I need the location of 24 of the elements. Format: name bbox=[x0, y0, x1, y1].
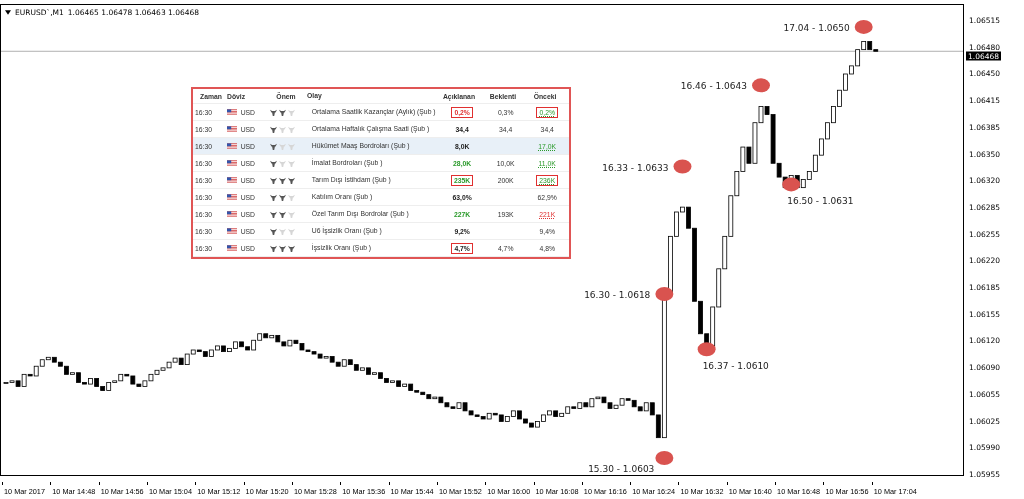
marker-ellipse bbox=[673, 159, 692, 174]
flag-icon bbox=[226, 109, 237, 115]
flag-icon bbox=[226, 211, 237, 217]
flag-icon bbox=[226, 160, 237, 166]
marker-ellipse bbox=[655, 287, 674, 301]
annotation-label: 16.50 - 1.0631 bbox=[787, 196, 854, 207]
marker-ellipse bbox=[655, 450, 674, 465]
annotation-label: 16.30 - 1.0618 bbox=[584, 290, 651, 300]
flag-icon bbox=[226, 177, 237, 183]
marker-ellipse bbox=[697, 342, 716, 357]
marker-ellipse bbox=[752, 78, 770, 93]
annotation-label: 15.30 - 1.0603 bbox=[588, 463, 655, 474]
marker-ellipse bbox=[854, 19, 873, 34]
flag-icon bbox=[226, 143, 237, 149]
annotation-label: 17.04 - 1.0650 bbox=[783, 22, 850, 33]
flag-icon bbox=[226, 228, 237, 234]
dropdown-caret-icon[interactable] bbox=[5, 10, 11, 15]
flag-icon bbox=[226, 126, 237, 132]
annotation-label: 16.33 - 1.0633 bbox=[602, 162, 669, 173]
flag-icon bbox=[226, 194, 237, 200]
marker-ellipse bbox=[782, 177, 801, 192]
annotation-label: 16.37 - 1.0610 bbox=[702, 361, 769, 372]
annotation-label: 16.46 - 1.0643 bbox=[680, 81, 747, 92]
flag-icon bbox=[226, 245, 237, 251]
